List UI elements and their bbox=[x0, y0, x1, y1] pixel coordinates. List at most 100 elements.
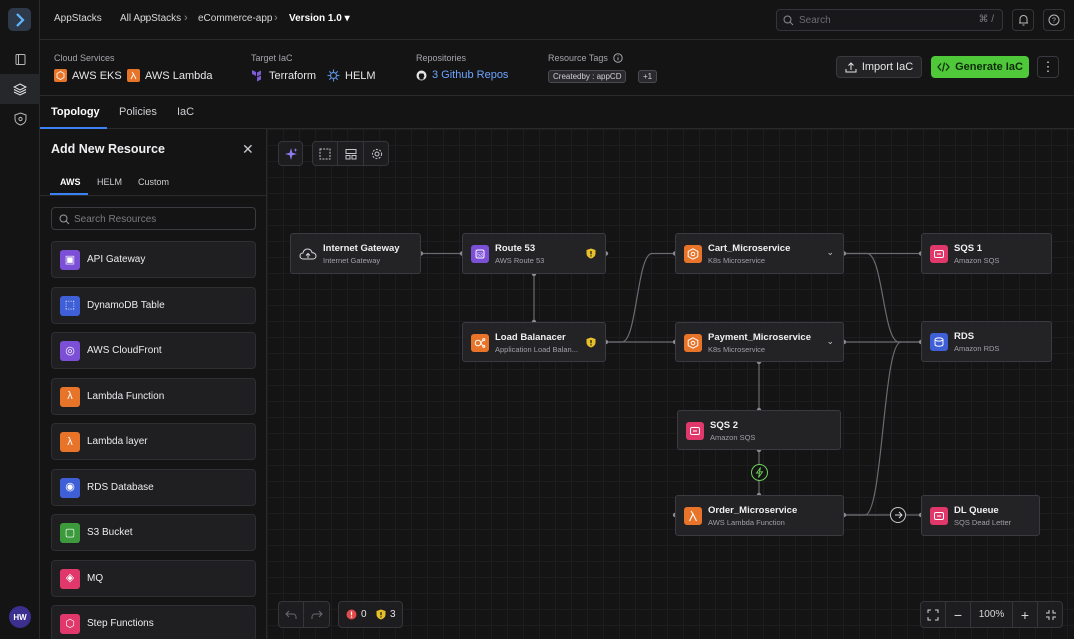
node-subtitle: Application Load Balan... bbox=[495, 345, 578, 354]
help-icon[interactable]: ? bbox=[1043, 9, 1065, 31]
caret-down-icon: ▾ bbox=[344, 13, 350, 24]
close-icon[interactable]: ✕ bbox=[242, 141, 254, 158]
node-subtitle: K8s Microservice bbox=[708, 256, 766, 265]
arrow-right-icon[interactable] bbox=[890, 507, 906, 523]
node-cart-microservice[interactable]: Cart_Microservice K8s Microservice ⌄ bbox=[675, 233, 844, 274]
node-payment-microservice[interactable]: Payment_Microservice K8s Microservice ⌄ bbox=[675, 322, 844, 362]
tab-policies[interactable]: Policies bbox=[119, 106, 157, 118]
warning-shield-icon bbox=[586, 337, 596, 348]
history-controls bbox=[278, 601, 330, 628]
avatar[interactable]: HW bbox=[9, 606, 31, 628]
zoom-controls: − 100% + bbox=[920, 601, 1063, 628]
node-rds[interactable]: RDS Amazon RDS bbox=[921, 321, 1052, 362]
lambda-icon bbox=[684, 507, 702, 525]
node-sqs-1[interactable]: SQS 1 Amazon SQS bbox=[921, 233, 1052, 274]
topology-canvas[interactable]: Internet Gateway Internet Gateway 53 Rou… bbox=[267, 129, 1074, 639]
lightning-icon[interactable] bbox=[751, 464, 768, 481]
resource-item[interactable]: ▢ S3 Bucket bbox=[51, 514, 256, 551]
resource-item[interactable]: ◉ RDS Database bbox=[51, 468, 256, 506]
load-balancer-icon bbox=[471, 334, 489, 352]
chevron-right-icon: › bbox=[274, 12, 278, 24]
resource-item[interactable]: ⬚ DynamoDB Table bbox=[51, 286, 256, 324]
search-icon bbox=[59, 214, 70, 225]
node-subtitle: AWS Lambda Function bbox=[708, 518, 785, 527]
k8s-microservice-icon bbox=[684, 334, 702, 352]
upload-icon bbox=[845, 61, 857, 72]
resource-item[interactable]: ◈ MQ bbox=[51, 559, 256, 597]
iac-terraform-label: Terraform bbox=[269, 69, 317, 82]
breadcrumb-appstacks[interactable]: AppStacks bbox=[54, 13, 102, 24]
resource-item[interactable]: ⬡ Step Functions bbox=[51, 605, 256, 639]
resource-tags-label: Resource Tags bbox=[548, 53, 624, 63]
breadcrumb-all-appstacks[interactable]: All AppStacks bbox=[120, 13, 181, 24]
chevron-down-icon[interactable]: ⌄ bbox=[826, 336, 834, 347]
resource-item-label: Lambda Function bbox=[87, 390, 165, 402]
resource-item-label: Lambda layer bbox=[87, 436, 148, 447]
resource-type-icon: ◎ bbox=[60, 341, 80, 361]
warning-shield-icon bbox=[586, 248, 596, 259]
target-iac-label: Target IaC bbox=[251, 53, 293, 63]
import-iac-button[interactable]: Import IaC bbox=[836, 56, 922, 78]
resource-item-label: MQ bbox=[87, 572, 104, 584]
resource-tag-chip[interactable]: Createdby : appCD bbox=[548, 70, 627, 83]
sqs-icon bbox=[686, 422, 704, 440]
resource-search-input[interactable]: Search Resources bbox=[51, 207, 256, 230]
fit-view-icon[interactable] bbox=[921, 602, 946, 627]
zoom-out-icon[interactable]: − bbox=[946, 602, 971, 627]
svg-text:?: ? bbox=[1052, 18, 1056, 25]
chevron-down-icon[interactable]: ⌄ bbox=[826, 247, 834, 258]
redo-icon[interactable] bbox=[304, 602, 329, 627]
svg-text:53: 53 bbox=[477, 252, 483, 258]
cloud-service-eks-label: AWS EKS bbox=[72, 69, 122, 82]
cloud-service-eks: AWS EKS bbox=[54, 69, 122, 82]
more-options-icon[interactable]: ⋮ bbox=[1037, 56, 1059, 78]
layers-icon[interactable] bbox=[0, 74, 40, 104]
resource-item-label: AWS CloudFront bbox=[87, 345, 162, 356]
tab-iac[interactable]: IaC bbox=[177, 106, 194, 118]
add-resource-panel: Add New Resource ✕ AWS HELM Custom Searc… bbox=[40, 129, 267, 639]
issue-summary[interactable]: 0 3 bbox=[338, 601, 403, 628]
resource-item[interactable]: λ Lambda layer bbox=[51, 423, 256, 460]
resource-item[interactable]: λ Lambda Function bbox=[51, 377, 256, 415]
node-order-microservice[interactable]: Order_Microservice AWS Lambda Function bbox=[675, 495, 844, 536]
node-subtitle: Amazon RDS bbox=[954, 344, 1000, 353]
repos-link[interactable]: 3 Github Repos bbox=[416, 69, 508, 81]
subtab-helm[interactable]: HELM bbox=[97, 177, 122, 187]
resource-item[interactable]: ▣ API Gateway bbox=[51, 241, 256, 278]
node-sqs-2[interactable]: SQS 2 Amazon SQS bbox=[677, 410, 841, 450]
resource-item[interactable]: ◎ AWS CloudFront bbox=[51, 332, 256, 369]
node-route-53[interactable]: 53 Route 53 AWS Route 53 bbox=[462, 233, 606, 274]
resource-item-label: DynamoDB Table bbox=[87, 299, 165, 311]
undo-icon[interactable] bbox=[279, 602, 304, 627]
tab-topology[interactable]: Topology bbox=[51, 106, 100, 118]
node-load-balancer[interactable]: Load Balanacer Application Load Balan... bbox=[462, 322, 606, 362]
version-selector[interactable]: Version 1.0 ▾ bbox=[289, 13, 350, 24]
iac-helm: HELM bbox=[327, 69, 376, 82]
topology-edges bbox=[418, 251, 924, 518]
subtab-aws[interactable]: AWS bbox=[60, 177, 81, 187]
resource-type-icon: ◉ bbox=[60, 477, 80, 498]
generate-iac-button[interactable]: Generate IaC bbox=[931, 56, 1029, 78]
node-dl-queue[interactable]: DL Queue SQS Dead Letter bbox=[921, 495, 1040, 536]
zoom-in-icon[interactable]: + bbox=[1013, 602, 1038, 627]
node-title: DL Queue bbox=[954, 505, 999, 516]
book-icon[interactable] bbox=[0, 44, 40, 74]
resource-type-icon: ▢ bbox=[60, 523, 80, 543]
subtab-custom[interactable]: Custom bbox=[138, 177, 169, 187]
node-subtitle: Amazon SQS bbox=[710, 433, 756, 442]
node-title: Order_Microservice bbox=[708, 505, 798, 516]
node-subtitle: SQS Dead Letter bbox=[954, 518, 1012, 527]
node-subtitle: K8s Microservice bbox=[708, 345, 766, 354]
node-title: Load Balanacer bbox=[495, 332, 566, 343]
breadcrumb-app[interactable]: eCommerce-app bbox=[198, 13, 272, 24]
resource-item-label: API Gateway bbox=[87, 254, 146, 265]
bell-icon[interactable] bbox=[1012, 9, 1034, 31]
app-logo-icon[interactable] bbox=[8, 8, 31, 31]
generate-iac-label: Generate IaC bbox=[955, 61, 1023, 73]
resource-tag-more-chip[interactable]: +1 bbox=[638, 70, 658, 83]
global-search-input[interactable]: Search ⌘ / bbox=[776, 9, 1003, 31]
fullscreen-icon[interactable] bbox=[1038, 602, 1063, 627]
repositories-label: Repositories bbox=[416, 53, 467, 63]
shield-nav-icon[interactable] bbox=[0, 104, 40, 134]
node-internet-gateway[interactable]: Internet Gateway Internet Gateway bbox=[290, 233, 421, 274]
